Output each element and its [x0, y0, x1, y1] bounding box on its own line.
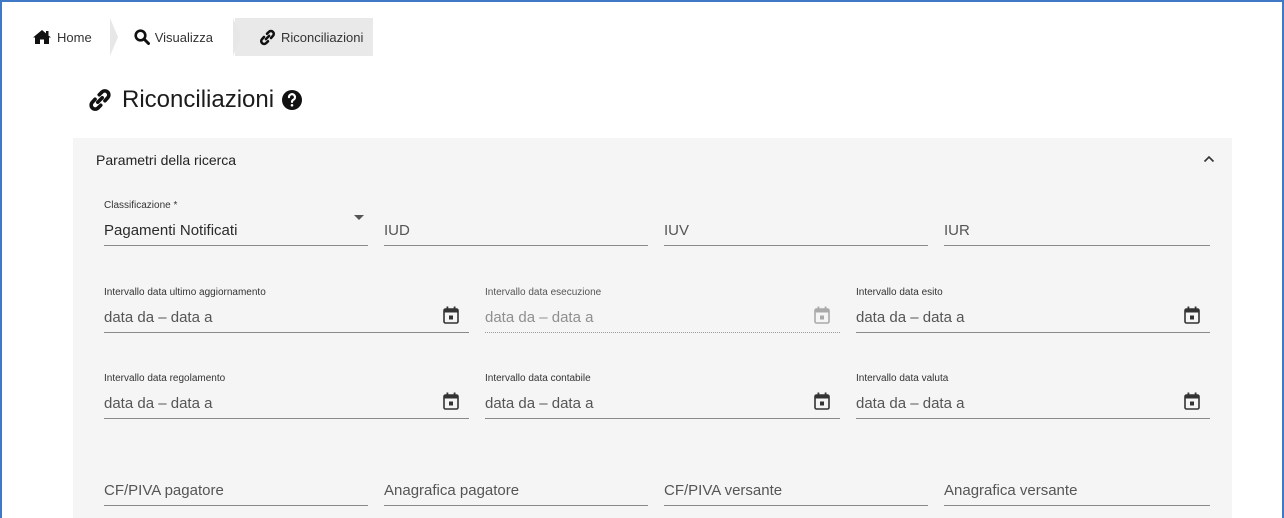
anagrafica-versante-input[interactable]: Anagrafica versante: [944, 468, 1210, 506]
calendar-icon[interactable]: [1184, 392, 1200, 410]
data-regolamento-placeholder: data da – data a: [104, 395, 213, 412]
link-icon: [88, 88, 112, 112]
breadcrumb-visualizza[interactable]: Visualizza: [111, 18, 242, 56]
page-title: Riconciliazioni: [88, 86, 303, 114]
breadcrumb-visualizza-label: Visualizza: [154, 29, 213, 45]
classificazione-label: Classificazione *: [104, 200, 178, 211]
anagrafica-pagatore-input[interactable]: Anagrafica pagatore: [384, 468, 648, 506]
cf-piva-versante-placeholder: CF/PIVA versante: [664, 482, 783, 499]
iur-input[interactable]: IUR: [944, 198, 1210, 246]
search-icon: [134, 29, 150, 45]
data-esito-range[interactable]: Intervallo data esito data da – data a: [856, 284, 1210, 333]
anagrafica-pagatore-placeholder: Anagrafica pagatore: [384, 482, 520, 499]
calendar-icon[interactable]: [443, 392, 459, 410]
dropdown-arrow-icon: [354, 215, 364, 220]
iud-placeholder: IUD: [384, 222, 410, 239]
cf-piva-pagatore-input[interactable]: CF/PIVA pagatore: [104, 468, 368, 506]
breadcrumb: Home Visualizza Riconciliazioni: [22, 18, 374, 56]
data-esecuzione-placeholder: data da – data a: [485, 309, 594, 326]
data-regolamento-range[interactable]: Intervallo data regolamento data da – da…: [104, 370, 469, 419]
data-ultimo-aggiornamento-placeholder: data da – data a: [104, 309, 213, 326]
calendar-icon[interactable]: [1184, 306, 1200, 324]
search-parameters-panel: Parametri della ricerca Classificazione …: [73, 138, 1232, 518]
page-title-text: Riconciliazioni: [122, 86, 275, 113]
iuv-placeholder: IUV: [664, 222, 690, 239]
breadcrumb-home-label: Home: [57, 29, 92, 45]
calendar-icon[interactable]: [814, 392, 830, 410]
anagrafica-versante-placeholder: Anagrafica versante: [944, 482, 1078, 499]
data-contabile-range[interactable]: Intervallo data contabile data da – data…: [485, 370, 840, 419]
home-icon: [32, 29, 52, 45]
classificazione-select[interactable]: Classificazione * Pagamenti Notificati: [104, 198, 368, 246]
calendar-icon: [814, 306, 830, 324]
link-icon: [259, 29, 276, 46]
chevron-up-icon[interactable]: [1202, 152, 1216, 166]
data-esecuzione-range[interactable]: Intervallo data esecuzione data da – dat…: [485, 284, 840, 333]
data-valuta-label: Intervallo data valuta: [856, 373, 949, 384]
iuv-input[interactable]: IUV: [664, 198, 928, 246]
cf-piva-pagatore-placeholder: CF/PIVA pagatore: [104, 482, 224, 499]
iur-placeholder: IUR: [944, 222, 970, 239]
data-contabile-label: Intervallo data contabile: [485, 373, 591, 384]
cf-piva-versante-input[interactable]: CF/PIVA versante: [664, 468, 928, 506]
data-contabile-placeholder: data da – data a: [485, 395, 594, 412]
breadcrumb-riconciliazioni[interactable]: Riconciliazioni: [234, 18, 374, 56]
data-valuta-range[interactable]: Intervallo data valuta data da – data a: [856, 370, 1210, 419]
breadcrumb-riconciliazioni-label: Riconciliazioni: [280, 29, 364, 45]
classificazione-value: Pagamenti Notificati: [104, 222, 238, 239]
iud-input[interactable]: IUD: [384, 198, 648, 246]
data-esecuzione-label: Intervallo data esecuzione: [485, 287, 602, 298]
panel-header[interactable]: Parametri della ricerca: [96, 152, 236, 168]
help-circle-icon[interactable]: [281, 89, 303, 111]
data-ultimo-aggiornamento-range[interactable]: Intervallo data ultimo aggiornamento dat…: [104, 284, 469, 333]
data-regolamento-label: Intervallo data regolamento: [104, 373, 226, 384]
calendar-icon[interactable]: [443, 306, 459, 324]
data-ultimo-aggiornamento-label: Intervallo data ultimo aggiornamento: [104, 287, 266, 298]
data-valuta-placeholder: data da – data a: [856, 395, 965, 412]
data-esito-label: Intervallo data esito: [856, 287, 943, 298]
data-esito-placeholder: data da – data a: [856, 309, 965, 326]
breadcrumb-home[interactable]: Home: [22, 18, 118, 56]
